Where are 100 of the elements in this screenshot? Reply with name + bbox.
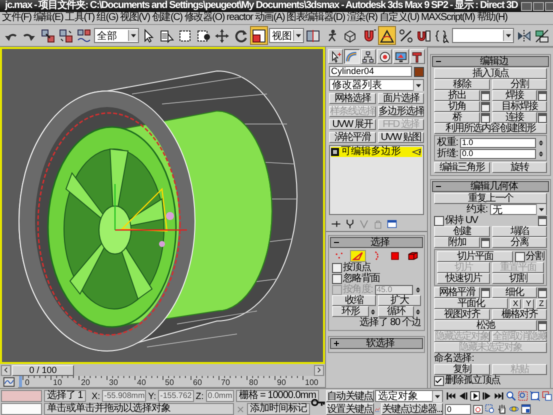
timeline-ruler[interactable]: 0 10 20 30 40 50 60 70 80 90 100 <box>18 376 325 388</box>
checkbox[interactable] <box>332 274 342 284</box>
panel-button[interactable]: 挤出 <box>434 90 480 101</box>
rollout-header[interactable]: 编辑边 <box>432 56 549 67</box>
viewport-nav-button[interactable] <box>496 403 507 415</box>
settings-button[interactable] <box>480 90 490 100</box>
panel-button[interactable]: 重复上一个 <box>434 193 547 204</box>
menu-item[interactable]: 帮助(H) <box>476 12 508 24</box>
modifier-button[interactable]: UVW 展开 <box>329 119 376 130</box>
axis-button[interactable]: Y <box>523 298 534 308</box>
rollout-header[interactable]: 软选择 <box>330 338 423 349</box>
curve-editor-icon[interactable] <box>3 376 15 388</box>
stack-tool-button[interactable] <box>345 219 355 229</box>
menu-item[interactable]: 工具(T) <box>65 12 94 24</box>
panel-button[interactable]: 创建 <box>434 226 490 237</box>
spinner-arrows[interactable] <box>538 148 544 158</box>
panel-button[interactable]: 收缩 <box>332 295 376 306</box>
checkbox[interactable] <box>332 262 342 272</box>
menu-item[interactable]: 图表编辑器(D) <box>286 12 345 24</box>
time-slider-thumb[interactable]: 0 / 100 <box>12 364 74 376</box>
panel-button[interactable]: 平面化 <box>434 298 508 309</box>
playback-button[interactable] <box>457 390 468 402</box>
axis-button[interactable]: Z <box>536 298 547 308</box>
panel-button[interactable]: 视图对齐 <box>434 309 490 320</box>
settings-button[interactable] <box>538 90 547 100</box>
menu-item[interactable]: 修改器(O) <box>184 12 225 24</box>
stack-item[interactable]: 可编辑多边形 <box>331 147 422 157</box>
scroll-right-button[interactable] <box>314 364 324 376</box>
viewport-nav-button[interactable] <box>484 403 495 415</box>
rollout-header[interactable]: 选择 <box>330 237 423 248</box>
restore-button[interactable] <box>532 2 544 10</box>
panel-button[interactable]: 环形 <box>332 306 368 317</box>
checkbox[interactable] <box>434 216 444 226</box>
panel-button[interactable]: 目标焊接 <box>492 101 547 112</box>
stack-tool-button[interactable] <box>331 219 341 229</box>
cone-icon[interactable] <box>412 147 422 157</box>
viewport[interactable] <box>0 47 325 364</box>
panel-button[interactable]: 复制 <box>434 364 490 375</box>
panel-button[interactable]: 细化 <box>492 287 537 298</box>
coordinate-field[interactable]: -155.762 <box>158 390 194 402</box>
menu-item[interactable]: 文件(F) <box>2 12 32 24</box>
menu-item[interactable]: 动画(A) <box>254 12 285 24</box>
playback-button[interactable] <box>493 390 504 402</box>
modifier-button[interactable]: 网格选择 <box>329 93 376 104</box>
modifier-button[interactable]: 面片选择 <box>378 93 424 104</box>
panel-button[interactable]: 塌陷 <box>492 226 547 237</box>
panel-button[interactable]: 插入顶点 <box>434 68 547 79</box>
panel-button[interactable]: 编辑三角形 <box>434 162 490 173</box>
number-field[interactable]: 0.0 <box>460 148 536 158</box>
object-name-field[interactable]: Cylinder04 <box>329 66 412 77</box>
toolbar-button[interactable] <box>250 26 268 45</box>
menu-item[interactable]: MAXScript(M) <box>420 12 475 24</box>
axis-button[interactable]: X <box>510 298 521 308</box>
panel-button[interactable]: 连接 <box>492 112 537 123</box>
expand-toggle[interactable] <box>331 148 339 156</box>
panel-button[interactable]: 栅格对齐 <box>492 309 547 320</box>
playback-button[interactable] <box>445 390 456 402</box>
number-field[interactable]: 1.0 <box>460 138 536 148</box>
time-config-button[interactable] <box>472 403 483 415</box>
viewport-nav-button[interactable] <box>529 390 540 402</box>
menu-item[interactable]: 编辑(E) <box>33 12 64 24</box>
panel-button[interactable]: 松弛 <box>434 320 537 331</box>
subobject-button[interactable] <box>350 250 366 262</box>
set-key-button[interactable]: 设置关键点 <box>326 403 374 415</box>
toolbar-button[interactable] <box>378 26 396 45</box>
spinner-arrows[interactable] <box>415 306 421 316</box>
coordinate-field[interactable]: 0.0mm <box>206 390 234 402</box>
checkbox[interactable] <box>514 252 525 262</box>
modifier-stack-list[interactable]: 可编辑多边形 <box>329 145 424 215</box>
playback-button[interactable] <box>481 390 492 402</box>
panel-button[interactable]: 切片平面 <box>437 251 513 262</box>
settings-button[interactable] <box>538 288 547 298</box>
rollout-header[interactable]: 编辑几何体 <box>432 181 549 192</box>
menu-item[interactable]: reactor <box>226 12 253 24</box>
panel-button[interactable]: 利用所选内容创建图形 <box>434 123 547 134</box>
panel-button[interactable]: 切角 <box>434 101 480 112</box>
panel-button[interactable]: 扩大 <box>378 295 421 306</box>
menu-item[interactable]: 自定义(U) <box>379 12 419 24</box>
scroll-left-button[interactable] <box>1 364 11 376</box>
minimize-button[interactable] <box>520 2 532 10</box>
script-input-field[interactable] <box>1 403 42 415</box>
modifier-list-dropdown[interactable]: 修改器列表 <box>329 79 424 91</box>
key-mode-dropdown[interactable]: 选定对象 <box>375 390 443 402</box>
panel-button[interactable]: 网格平滑 <box>434 287 480 298</box>
add-time-tag[interactable]: 添加时间标记 <box>246 403 310 415</box>
settings-button[interactable] <box>480 238 490 248</box>
viewport-nav-button[interactable] <box>541 390 552 402</box>
menu-item[interactable]: 组(G) <box>96 12 118 24</box>
spinner-arrows[interactable] <box>415 284 421 294</box>
settings-button[interactable] <box>538 320 547 330</box>
spinner-arrows[interactable] <box>370 306 376 316</box>
menu-item[interactable]: 渲染(R) <box>346 12 378 24</box>
panel-button[interactable]: 桥 <box>434 112 480 123</box>
stack-tool-button[interactable] <box>387 219 397 229</box>
checkbox[interactable] <box>434 376 444 386</box>
menu-item[interactable]: 视图(V) <box>120 12 150 24</box>
settings-button[interactable] <box>480 102 490 112</box>
dropdown[interactable] <box>452 28 514 43</box>
spinner-arrows[interactable] <box>538 138 544 148</box>
panel-button[interactable]: 分离 <box>492 237 547 248</box>
